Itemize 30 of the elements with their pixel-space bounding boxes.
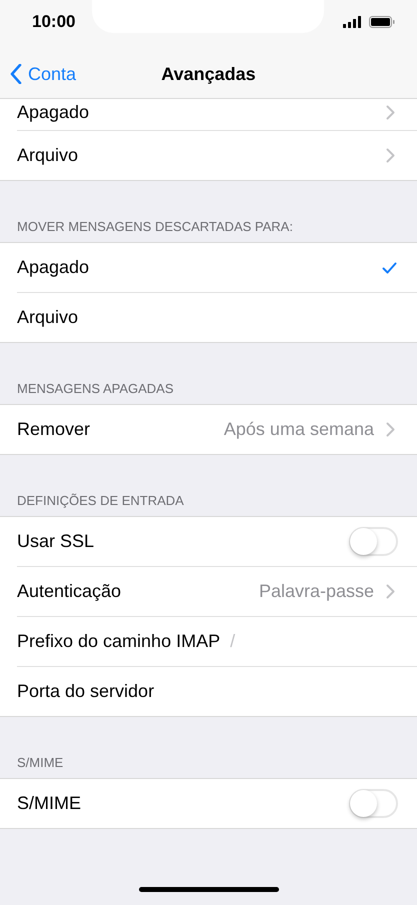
settings-row[interactable]: Apagado [17,243,417,293]
section-header: MOVER MENSAGENS DESCARTADAS PARA: [17,219,293,234]
status-time: 10:00 [32,12,76,32]
battery-icon [369,16,395,28]
row-value: Após uma semana [224,419,374,440]
settings-row[interactable]: Arquivo [17,293,417,342]
nav-title: Avançadas [161,64,256,84]
settings-row: S/MIME [17,779,417,828]
back-button[interactable]: Conta [0,64,76,84]
section-header: S/MIME [17,755,64,770]
row-value: Palavra-passe [258,581,374,602]
settings-row[interactable]: Autenticação Palavra-passe [17,567,417,617]
settings-row-text: Porta do servidor [17,680,156,703]
signal-icon [343,16,363,28]
settings-row: Prefixo do caminho IMAP / [17,617,417,667]
input-field[interactable]: / [230,631,417,652]
section-header: DEFINIÇÕES DE ENTRADA [17,493,184,508]
chevron-left-icon [10,64,22,84]
section-header: MENSAGENS APAGADAS [17,381,174,396]
settings-row: Usar SSL [17,517,417,567]
chevron-right-icon [386,148,395,163]
settings-row[interactable]: Arquivo [17,131,417,180]
chevron-right-icon [386,584,395,599]
settings-row[interactable]: Apagado [17,99,417,131]
settings-row[interactable]: Remover Após uma semana [17,405,417,454]
toggle-switch[interactable] [349,789,398,818]
home-indicator[interactable] [138,887,278,892]
chevron-right-icon [386,105,395,120]
chevron-right-icon [386,422,395,437]
toggle-switch[interactable] [349,527,398,556]
